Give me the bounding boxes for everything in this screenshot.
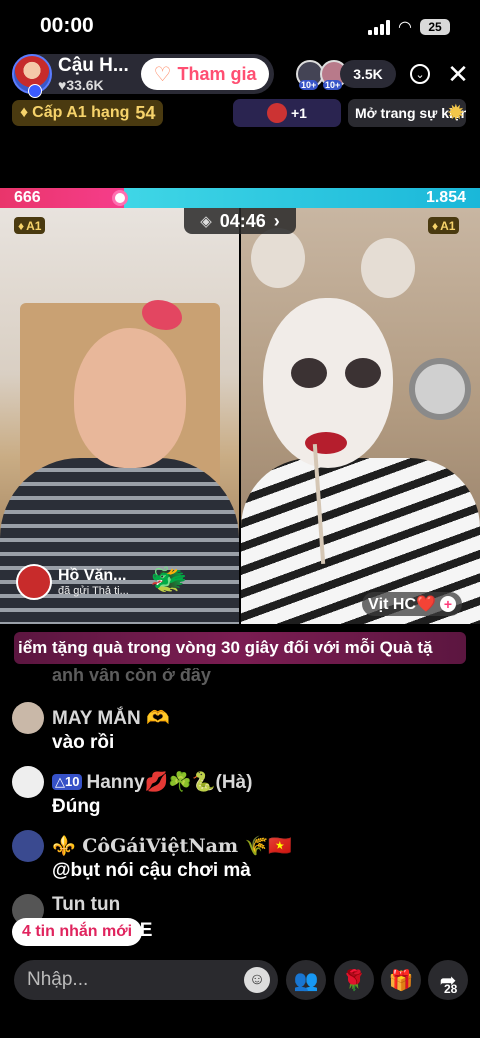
guest-lips	[305, 432, 347, 454]
top-viewers[interactable]: 10+ 10+	[296, 60, 348, 90]
chat-username: ⚜️ CôGáiViệtNam 🌾🇻🇳	[52, 835, 293, 857]
announcement-ticker: iểm tặng quà trong vòng 30 giây đối với …	[14, 632, 466, 664]
host-tier-badge: ♦ A1	[14, 217, 46, 234]
host-video[interactable]	[0, 208, 239, 624]
new-messages-button[interactable]: 4 tin nhắn mới	[12, 918, 143, 946]
host-info: Cậu H... ♥33.6K	[58, 55, 146, 93]
guest-name: Vịt HC❤️	[368, 596, 436, 613]
battery-icon: 25	[420, 19, 450, 35]
share-count: 28	[444, 982, 458, 996]
pk-right-score: 1.854	[425, 189, 466, 206]
chat-text: vào rồi	[52, 732, 115, 753]
follow-plus-icon[interactable]: +	[439, 596, 456, 612]
host-profile-pill[interactable]: Cậu H... ♥33.6K ♡ Tham gia	[12, 54, 274, 98]
user-level-badge: △10	[52, 774, 83, 790]
host-face	[74, 328, 186, 468]
chat-feed[interactable]: anh vẫn còn ở đây MAY MẮN 🫶 vào rồi △10 H…	[0, 668, 480, 948]
guest-video[interactable]	[241, 208, 480, 624]
user-level-value: 10	[65, 774, 80, 789]
gift-button[interactable]: 🎁	[381, 960, 421, 1000]
dragon-gift-icon: 🐲	[150, 563, 188, 596]
rose-gift-button[interactable]: 🌹	[334, 960, 374, 1000]
pk-score-bar	[0, 188, 480, 208]
chat-username-text: Hanny💋☘️🐍(Hà)	[86, 772, 253, 793]
faded-chat-line: anh vẫn còn ở đây	[52, 668, 211, 685]
hairband-ear	[361, 238, 415, 298]
diamond-icon: ♦	[20, 104, 29, 121]
viewer-count[interactable]: 3.5K	[340, 60, 396, 88]
chat-username: Tun tun	[52, 894, 121, 915]
level-text: Cấp A1 hạng	[32, 104, 130, 121]
pk-divider-knob	[112, 190, 128, 206]
background-mirror	[409, 358, 471, 420]
chat-avatar[interactable]	[12, 830, 44, 862]
chat-text: Đúng	[52, 796, 101, 817]
chat-input[interactable]: Nhập... ☺	[14, 960, 278, 1000]
diamond-outline-icon: ◈	[200, 213, 212, 230]
chevron-right-icon: ›	[273, 210, 280, 231]
guests-button[interactable]: 👥	[286, 960, 326, 1000]
chat-input-placeholder: Nhập...	[27, 969, 89, 990]
verified-badge-icon	[28, 84, 42, 98]
minimize-button[interactable]: ⌄	[406, 60, 434, 88]
gift-box-icon: 🎁	[388, 969, 414, 992]
gifter-avatar	[267, 103, 287, 123]
status-icons: ◠ 25	[368, 17, 450, 37]
status-time: 00:00	[40, 14, 94, 37]
sender-avatar	[16, 564, 52, 600]
guest-tier-badge: ♦ A1	[428, 217, 460, 234]
wifi-icon: ◠	[398, 19, 412, 36]
people-icon: 👥	[293, 969, 319, 992]
chat-avatar[interactable]	[12, 702, 44, 734]
guest-name-pill[interactable]: Vịt HC❤️ +	[362, 592, 462, 616]
guest-eye	[345, 358, 381, 388]
chat-text: @bụt nói cậu chơi mà	[52, 860, 251, 881]
chat-username: △10 Hanny💋☘️🐍(Hà)	[52, 770, 252, 794]
sender-name: Hồ Văn...	[58, 567, 127, 584]
viewer-rank-badge: 10+	[323, 80, 343, 90]
host-avatar[interactable]	[12, 54, 52, 98]
signal-icon	[368, 19, 391, 35]
close-icon[interactable]: ✕	[444, 59, 472, 89]
host-likes: ♥33.6K	[58, 77, 104, 93]
hairband-ear	[251, 228, 305, 288]
diamond-icon: ♦	[432, 218, 439, 233]
pk-timer[interactable]: ◈ 04:46 ›	[184, 208, 296, 234]
tier-label: A1	[440, 218, 456, 233]
heart-plus-icon: ♡	[153, 63, 172, 86]
gift-sender-notice[interactable]: Hồ Văn... đã gửi Thả ti...	[16, 564, 129, 600]
level-rank: 54	[135, 102, 156, 123]
tier-label: A1	[26, 218, 42, 233]
chevron-down-icon: ⌄	[410, 64, 430, 84]
sun-icon: ✹	[446, 100, 465, 125]
emoji-icon[interactable]: ☺	[244, 967, 270, 993]
viewer-rank-badge: 10+	[299, 80, 319, 90]
level-badge[interactable]: ♦ Cấp A1 hạng 54	[12, 100, 164, 126]
chat-avatar[interactable]	[12, 766, 44, 798]
diamond-icon: ♦	[18, 218, 25, 233]
rose-icon: 🌹	[341, 969, 367, 992]
guest-eye	[291, 358, 327, 388]
chat-username: MAY MẮN 🫶	[52, 708, 170, 729]
status-bar: 00:00 ◠ 25	[0, 0, 480, 52]
timer-value: 04:46	[219, 210, 266, 231]
sender-subtitle: đã gửi Thả ti...	[58, 585, 129, 597]
join-label: Tham gia	[177, 63, 257, 84]
gift-plus-count: +1	[291, 105, 307, 121]
join-button[interactable]: ♡ Tham gia	[141, 58, 269, 90]
pk-left-score: 666	[14, 189, 41, 206]
gift-ranking-pill[interactable]: +1	[233, 99, 341, 127]
host-name: Cậu H...	[58, 55, 129, 76]
event-page-button[interactable]: Mở trang sự kiện ✹	[348, 99, 466, 127]
